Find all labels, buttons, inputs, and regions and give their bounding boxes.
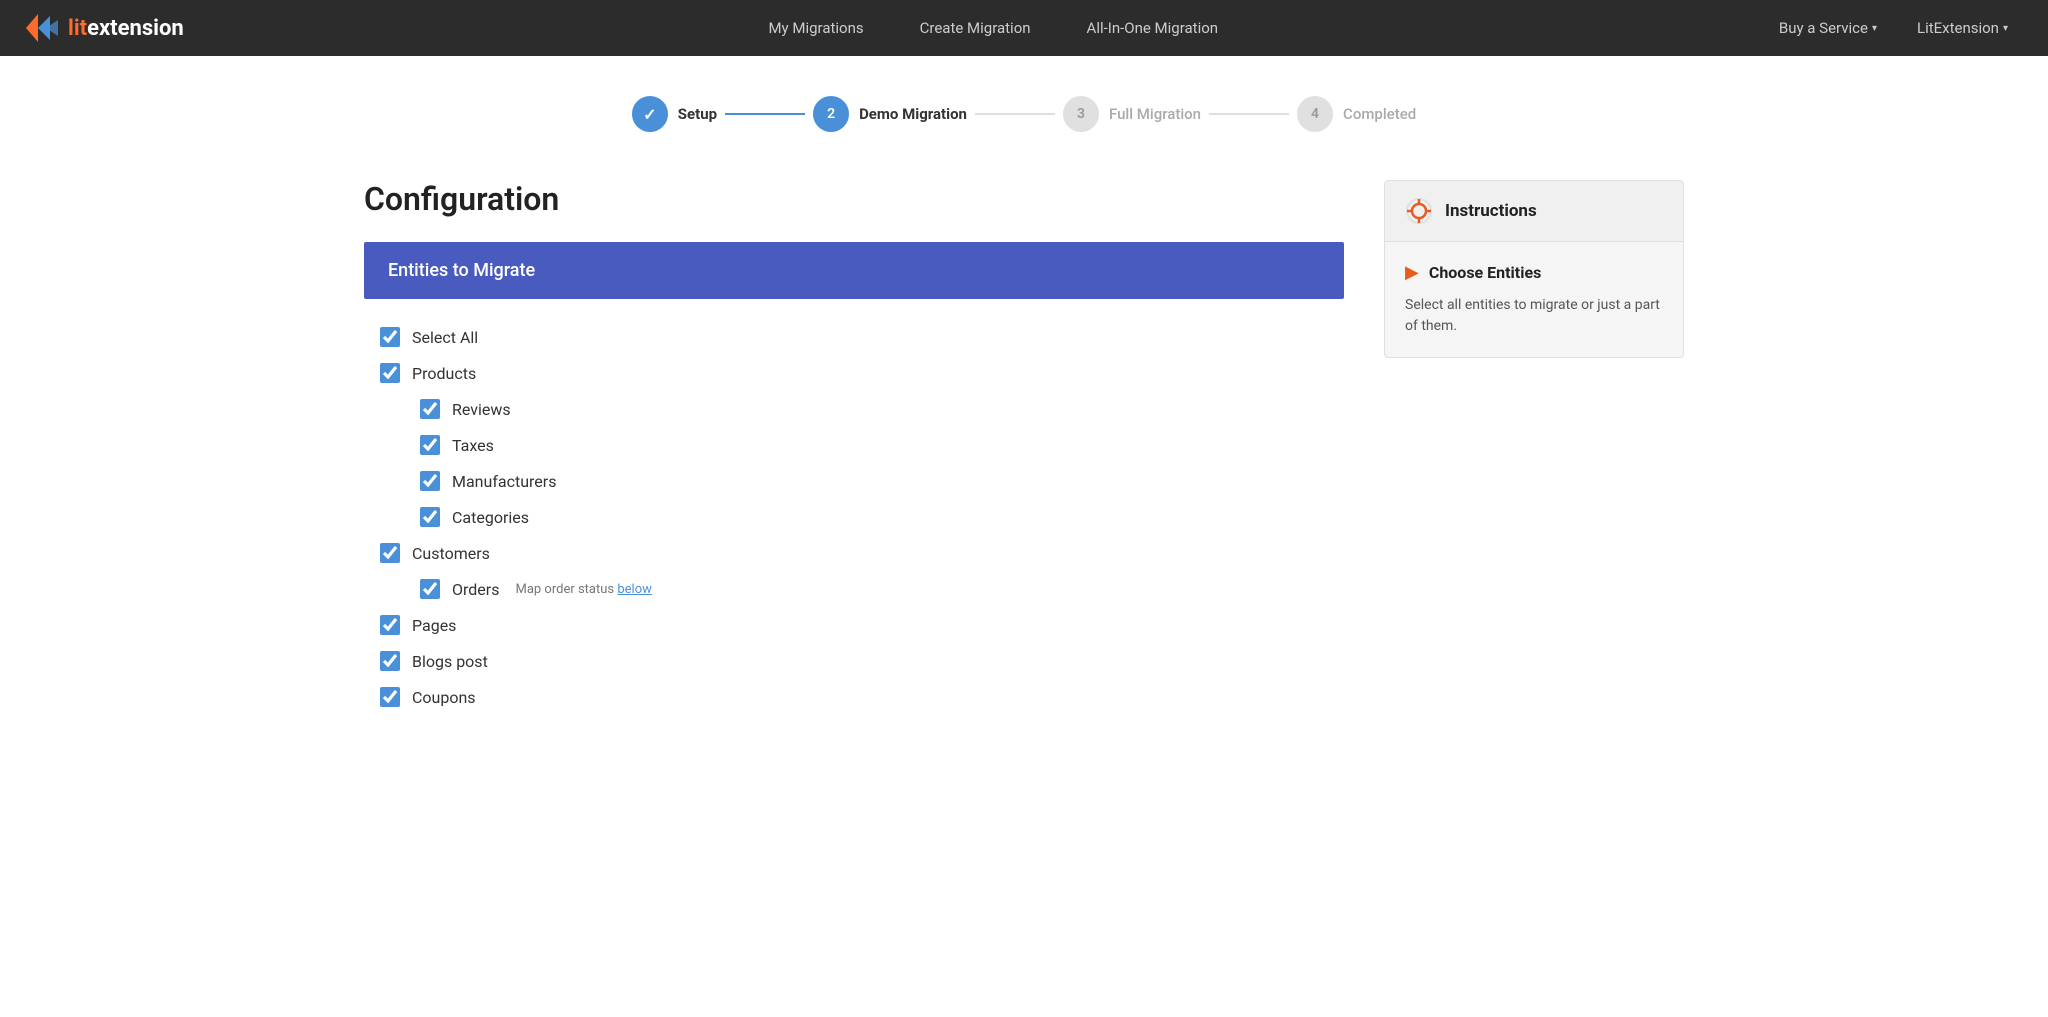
brand-logo-link[interactable]: litextension bbox=[24, 10, 184, 46]
checkbox-pages: Pages bbox=[380, 607, 1328, 643]
litextension-label: LitExtension bbox=[1917, 19, 1999, 37]
checkbox-reviews-input[interactable] bbox=[420, 399, 440, 419]
step-completed: 4 Completed bbox=[1297, 96, 1416, 132]
checkbox-orders-label: Orders bbox=[452, 580, 499, 599]
step-full-label: Full Migration bbox=[1109, 105, 1201, 123]
checkbox-taxes-input[interactable] bbox=[420, 435, 440, 455]
checkmark-icon: ✓ bbox=[643, 105, 656, 124]
buy-service-chevron-icon: ▾ bbox=[1872, 23, 1877, 34]
checkbox-orders: Orders Map order status below bbox=[380, 571, 1328, 607]
checkbox-manufacturers-label: Manufacturers bbox=[452, 472, 556, 491]
step-setup-label: Setup bbox=[678, 105, 717, 123]
checkbox-categories-label: Categories bbox=[452, 508, 529, 527]
step-demo-label: Demo Migration bbox=[859, 105, 967, 123]
instructions-icon bbox=[1405, 197, 1433, 225]
checkbox-products-input[interactable] bbox=[380, 363, 400, 383]
checkbox-coupons: Coupons bbox=[380, 679, 1328, 715]
choose-entities-header: ▶ Choose Entities bbox=[1405, 262, 1663, 283]
order-status-text: Map order status below bbox=[515, 582, 651, 597]
order-status-link[interactable]: below bbox=[617, 582, 652, 597]
checkbox-taxes-label: Taxes bbox=[452, 436, 494, 455]
brand-logo-icon bbox=[24, 10, 60, 46]
checkbox-blogs-post-input[interactable] bbox=[380, 651, 400, 671]
choose-entities-arrow-icon: ▶ bbox=[1405, 262, 1419, 283]
step-completed-circle: 4 bbox=[1297, 96, 1333, 132]
checkbox-select-all-input[interactable] bbox=[380, 327, 400, 347]
instructions-title: Instructions bbox=[1445, 201, 1537, 221]
choose-entities-title: Choose Entities bbox=[1429, 263, 1541, 282]
instructions-header: Instructions bbox=[1385, 181, 1683, 242]
checkbox-coupons-input[interactable] bbox=[380, 687, 400, 707]
step-full-circle: 3 bbox=[1063, 96, 1099, 132]
nav-all-in-one[interactable]: All-In-One Migration bbox=[1059, 0, 1247, 56]
main-content: ✓ Setup 2 Demo Migration 3 Full Migratio… bbox=[324, 56, 1724, 755]
page-layout: Configuration Entities to Migrate Select… bbox=[364, 180, 1684, 715]
step-demo-circle: 2 bbox=[813, 96, 849, 132]
checkbox-pages-label: Pages bbox=[412, 616, 456, 635]
checkbox-customers-label: Customers bbox=[412, 544, 490, 563]
navbar: litextension My Migrations Create Migrat… bbox=[0, 0, 2048, 56]
checkbox-customers-input[interactable] bbox=[380, 543, 400, 563]
choose-entities-desc: Select all entities to migrate or just a… bbox=[1405, 295, 1663, 337]
buy-service-dropdown[interactable]: Buy a Service ▾ bbox=[1763, 0, 1893, 56]
step-completed-label: Completed bbox=[1343, 105, 1416, 123]
brand-text-lit: lit bbox=[68, 16, 87, 41]
brand-text: litextension bbox=[68, 16, 184, 41]
checkbox-coupons-label: Coupons bbox=[412, 688, 476, 707]
checkbox-orders-input[interactable] bbox=[420, 579, 440, 599]
brand-text-ext: extension bbox=[87, 16, 184, 41]
entities-header: Entities to Migrate bbox=[364, 242, 1344, 299]
step-demo: 2 Demo Migration bbox=[813, 96, 967, 132]
checkbox-pages-input[interactable] bbox=[380, 615, 400, 635]
checkbox-select-all-label: Select All bbox=[412, 328, 478, 347]
step-demo-number: 2 bbox=[827, 106, 835, 122]
litextension-dropdown[interactable]: LitExtension ▾ bbox=[1901, 0, 2024, 56]
step-completed-number: 4 bbox=[1311, 106, 1319, 122]
checkbox-taxes: Taxes bbox=[380, 427, 1328, 463]
checkbox-customers: Customers bbox=[380, 535, 1328, 571]
config-title: Configuration bbox=[364, 180, 1344, 218]
checkbox-select-all: Select All bbox=[380, 319, 1328, 355]
nav-create-migration[interactable]: Create Migration bbox=[892, 0, 1059, 56]
checkbox-reviews-label: Reviews bbox=[452, 400, 511, 419]
nav-my-migrations[interactable]: My Migrations bbox=[740, 0, 891, 56]
checkbox-blogs-post: Blogs post bbox=[380, 643, 1328, 679]
step-connector-3 bbox=[1209, 113, 1289, 115]
step-connector-2 bbox=[975, 113, 1055, 115]
step-setup-circle: ✓ bbox=[632, 96, 668, 132]
checkbox-manufacturers-input[interactable] bbox=[420, 471, 440, 491]
nav-right: Buy a Service ▾ LitExtension ▾ bbox=[1763, 0, 2024, 56]
checkbox-products-label: Products bbox=[412, 364, 476, 383]
step-full: 3 Full Migration bbox=[1063, 96, 1201, 132]
nav-links: My Migrations Create Migration All-In-On… bbox=[224, 0, 1763, 56]
checkbox-categories: Categories bbox=[380, 499, 1328, 535]
checkbox-reviews: Reviews bbox=[380, 391, 1328, 427]
checkbox-categories-input[interactable] bbox=[420, 507, 440, 527]
checkbox-list: Select All Products Reviews Taxes bbox=[364, 319, 1344, 715]
checkbox-manufacturers: Manufacturers bbox=[380, 463, 1328, 499]
config-panel: Configuration Entities to Migrate Select… bbox=[364, 180, 1344, 715]
litextension-chevron-icon: ▾ bbox=[2003, 23, 2008, 34]
checkbox-blogs-post-label: Blogs post bbox=[412, 652, 488, 671]
entities-header-label: Entities to Migrate bbox=[388, 260, 535, 281]
step-full-number: 3 bbox=[1077, 106, 1085, 122]
sidebar-panel: Instructions ▶ Choose Entities Select al… bbox=[1384, 180, 1684, 358]
instructions-body: ▶ Choose Entities Select all entities to… bbox=[1385, 242, 1683, 357]
checkbox-products: Products bbox=[380, 355, 1328, 391]
instructions-box: Instructions ▶ Choose Entities Select al… bbox=[1384, 180, 1684, 358]
step-setup: ✓ Setup bbox=[632, 96, 717, 132]
stepper: ✓ Setup 2 Demo Migration 3 Full Migratio… bbox=[364, 96, 1684, 132]
buy-service-label: Buy a Service bbox=[1779, 19, 1868, 37]
step-connector-1 bbox=[725, 113, 805, 115]
